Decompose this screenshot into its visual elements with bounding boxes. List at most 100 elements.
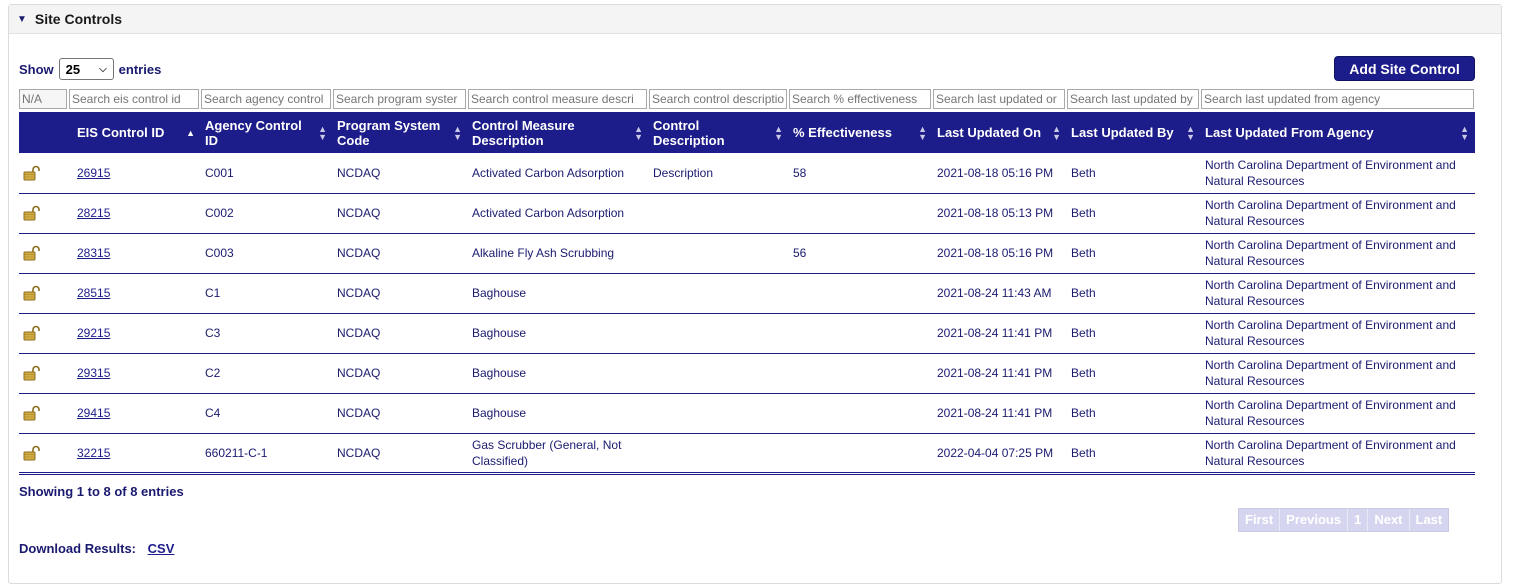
effectiveness: 58 bbox=[789, 153, 933, 194]
control-description bbox=[649, 313, 789, 354]
download-label: Download Results: bbox=[19, 541, 137, 556]
table-row: 26915 C001 NCDAQ Activated Carbon Adsorptio… bbox=[19, 153, 1475, 194]
site-controls-table: EIS Control ID ▲ Agency Control ID ▲ ▼ Prog… bbox=[19, 112, 1475, 475]
control-description bbox=[649, 393, 789, 434]
sort-icon: ▲ ▼ bbox=[1460, 123, 1469, 142]
eis-control-id-link[interactable]: 32215 bbox=[69, 433, 201, 475]
filter-control-measure-description[interactable]: Search control measure descri bbox=[468, 89, 647, 109]
entries-select[interactable]: 25 ⌵ bbox=[58, 58, 114, 80]
effectiveness bbox=[789, 193, 933, 234]
sort-icon: ▲ ▼ bbox=[918, 123, 927, 142]
last-updated-on: 2021-08-18 05:16 PM bbox=[933, 233, 1067, 274]
effectiveness: 56 bbox=[789, 233, 933, 274]
pager-next-button[interactable]: Next bbox=[1368, 509, 1410, 531]
column-header-eis-control-id[interactable]: EIS Control ID ▲ bbox=[69, 112, 201, 153]
last-updated-by: Beth bbox=[1067, 433, 1201, 475]
effectiveness bbox=[789, 393, 933, 434]
lock-cell[interactable] bbox=[19, 353, 69, 394]
agency-control-id: C003 bbox=[201, 233, 333, 274]
column-header-effectiveness[interactable]: % Effectiveness ▲ ▼ bbox=[789, 112, 933, 153]
last-updated-from-agency: North Carolina Department of Environment… bbox=[1201, 273, 1475, 314]
column-header-last-updated-on[interactable]: Last Updated On ▲ ▼ bbox=[933, 112, 1067, 153]
pager-previous-button[interactable]: Previous bbox=[1280, 509, 1349, 531]
eis-control-id-link[interactable]: 26915 bbox=[69, 153, 201, 194]
sort-icon: ▲ ▼ bbox=[1186, 123, 1195, 142]
last-updated-by: Beth bbox=[1067, 313, 1201, 354]
lock-cell[interactable] bbox=[19, 153, 69, 194]
last-updated-by: Beth bbox=[1067, 233, 1201, 274]
caret-down-icon[interactable]: ▼ bbox=[17, 14, 27, 25]
eis-control-id-link[interactable]: 29315 bbox=[69, 353, 201, 394]
eis-control-id-link[interactable]: 29215 bbox=[69, 313, 201, 354]
lock-cell[interactable] bbox=[19, 193, 69, 234]
filter-agency-control-id[interactable]: Search agency control bbox=[201, 89, 331, 109]
control-measure-description: Baghouse bbox=[468, 313, 649, 354]
lock-cell[interactable] bbox=[19, 393, 69, 434]
filter-eis-control-id[interactable]: Search eis control id bbox=[69, 89, 199, 109]
sort-icon: ▲ ▼ bbox=[453, 123, 462, 142]
agency-control-id: C4 bbox=[201, 393, 333, 434]
pager-first-button[interactable]: First bbox=[1239, 509, 1281, 531]
chevron-down-icon: ⌵ bbox=[99, 63, 107, 75]
control-measure-description: Baghouse bbox=[468, 353, 649, 394]
add-site-control-button[interactable]: Add Site Control bbox=[1334, 56, 1475, 81]
pager-page-1-button[interactable]: 1 bbox=[1348, 509, 1369, 531]
filter-last-updated-on[interactable]: Search last updated or bbox=[933, 89, 1065, 109]
last-updated-from-agency: North Carolina Department of Environment… bbox=[1201, 313, 1475, 354]
column-header-control-description[interactable]: Control Description ▲ ▼ bbox=[649, 112, 789, 153]
filter-effectiveness[interactable]: Search % effectiveness bbox=[789, 89, 931, 109]
column-header-lock bbox=[19, 112, 69, 153]
column-header-control-measure-description[interactable]: Control Measure Description ▲ ▼ bbox=[468, 112, 649, 153]
program-system-code: NCDAQ bbox=[333, 313, 468, 354]
download-csv-link[interactable]: CSV bbox=[148, 541, 175, 556]
panel-header[interactable]: ▼ Site Controls bbox=[9, 5, 1501, 34]
agency-control-id: C1 bbox=[201, 273, 333, 314]
filter-program-system-code[interactable]: Search program syster bbox=[333, 89, 466, 109]
last-updated-by: Beth bbox=[1067, 153, 1201, 194]
control-description bbox=[649, 353, 789, 394]
lock-cell[interactable] bbox=[19, 233, 69, 274]
lock-cell[interactable] bbox=[19, 433, 69, 475]
column-header-program-system-code[interactable]: Program System Code ▲ ▼ bbox=[333, 112, 468, 153]
control-measure-description: Gas Scrubber (General, Not Classified) bbox=[468, 433, 649, 475]
sort-icon: ▲ ▼ bbox=[1052, 123, 1061, 142]
unlocked-padlock-icon bbox=[23, 326, 40, 341]
filter-last-updated-from-agency[interactable]: Search last updated from agency bbox=[1201, 89, 1474, 109]
filter-last-updated-by[interactable]: Search last updated by bbox=[1067, 89, 1199, 109]
control-description bbox=[649, 433, 789, 475]
eis-control-id-link[interactable]: 29415 bbox=[69, 393, 201, 434]
pager-last-button[interactable]: Last bbox=[1410, 509, 1449, 531]
agency-control-id: C2 bbox=[201, 353, 333, 394]
filter-control-description[interactable]: Search control descriptio bbox=[649, 89, 787, 109]
table-row: 28215 C002 NCDAQ Activated Carbon Adsorptio… bbox=[19, 193, 1475, 234]
program-system-code: NCDAQ bbox=[333, 353, 468, 394]
column-header-last-updated-by[interactable]: Last Updated By ▲ ▼ bbox=[1067, 112, 1201, 153]
last-updated-on: 2022-04-04 07:25 PM bbox=[933, 433, 1067, 475]
agency-control-id: 660211-C-1 bbox=[201, 433, 333, 475]
last-updated-on: 2021-08-24 11:41 PM bbox=[933, 313, 1067, 354]
lock-cell[interactable] bbox=[19, 313, 69, 354]
eis-control-id-link[interactable]: 28515 bbox=[69, 273, 201, 314]
download-results: Download Results: CSV bbox=[19, 541, 174, 556]
eis-control-id-link[interactable]: 28215 bbox=[69, 193, 201, 234]
control-measure-description: Activated Carbon Adsorption bbox=[468, 193, 649, 234]
eis-control-id-link[interactable]: 28315 bbox=[69, 233, 201, 274]
pagination: First Previous 1 Next Last bbox=[1238, 508, 1450, 532]
column-header-agency-control-id[interactable]: Agency Control ID ▲ ▼ bbox=[201, 112, 333, 153]
unlocked-padlock-icon bbox=[23, 406, 40, 421]
unlocked-padlock-icon bbox=[23, 165, 40, 181]
last-updated-by: Beth bbox=[1067, 393, 1201, 434]
column-header-last-updated-from-agency[interactable]: Last Updated From Agency ▲ ▼ bbox=[1201, 112, 1475, 153]
agency-control-id: C3 bbox=[201, 313, 333, 354]
agency-control-id: C002 bbox=[201, 193, 333, 234]
last-updated-from-agency: North Carolina Department of Environment… bbox=[1201, 393, 1475, 434]
panel-title: Site Controls bbox=[34, 11, 123, 27]
last-updated-on: 2021-08-18 05:13 PM bbox=[933, 193, 1067, 234]
unlocked-padlock-icon bbox=[23, 445, 40, 461]
lock-cell[interactable] bbox=[19, 273, 69, 314]
program-system-code: NCDAQ bbox=[333, 233, 468, 274]
effectiveness bbox=[789, 433, 933, 475]
program-system-code: NCDAQ bbox=[333, 433, 468, 475]
unlocked-padlock-icon bbox=[23, 246, 40, 261]
sort-ascending-icon: ▲ bbox=[186, 127, 195, 138]
